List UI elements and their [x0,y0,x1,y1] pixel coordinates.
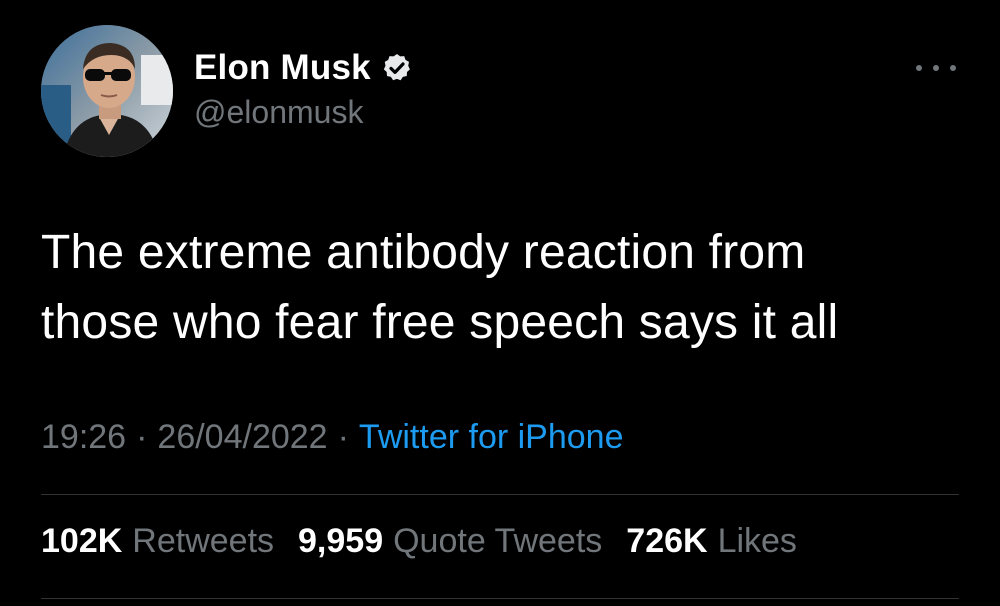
more-dot [933,65,939,71]
tweet-text: The extreme antibody reaction from those… [41,226,839,349]
likes-count: 726K [626,522,708,560]
avatar[interactable] [41,25,173,157]
quote-tweets-count: 9,959 [298,522,384,560]
author-block: Elon Musk @elonmusk [194,46,413,131]
retweets-count: 102K [41,522,123,560]
verified-badge-icon [381,52,413,84]
author-name-row: Elon Musk [194,46,413,90]
tweet: Elon Musk @elonmusk The extreme antibody… [0,0,1000,606]
tweet-source-link[interactable]: Twitter for iPhone [359,418,624,457]
tweet-date[interactable]: 26/04/2022 [157,418,327,457]
meta-separator: · [136,418,148,456]
avatar-image [41,25,173,157]
retweets-label: Retweets [132,522,275,560]
quote-tweets-label: Quote Tweets [393,522,603,560]
tweet-time[interactable]: 19:26 [41,418,126,457]
tweet-stats: 102K Retweets 9,959 Quote Tweets 726K Li… [41,522,821,561]
more-dot [916,65,922,71]
divider [41,494,959,495]
author-handle[interactable]: @elonmusk [194,94,413,131]
more-horizontal-icon[interactable] [916,60,956,76]
author-display-name[interactable]: Elon Musk [194,48,371,88]
likes-stat[interactable]: 726K Likes [626,522,797,561]
tweet-meta: 19:26 · 26/04/2022 · Twitter for iPhone [41,418,623,457]
divider [41,598,959,599]
likes-label: Likes [717,522,797,560]
more-dot [950,65,956,71]
meta-separator: · [337,418,349,456]
quote-tweets-stat[interactable]: 9,959 Quote Tweets [298,522,602,561]
retweets-stat[interactable]: 102K Retweets [41,522,274,561]
